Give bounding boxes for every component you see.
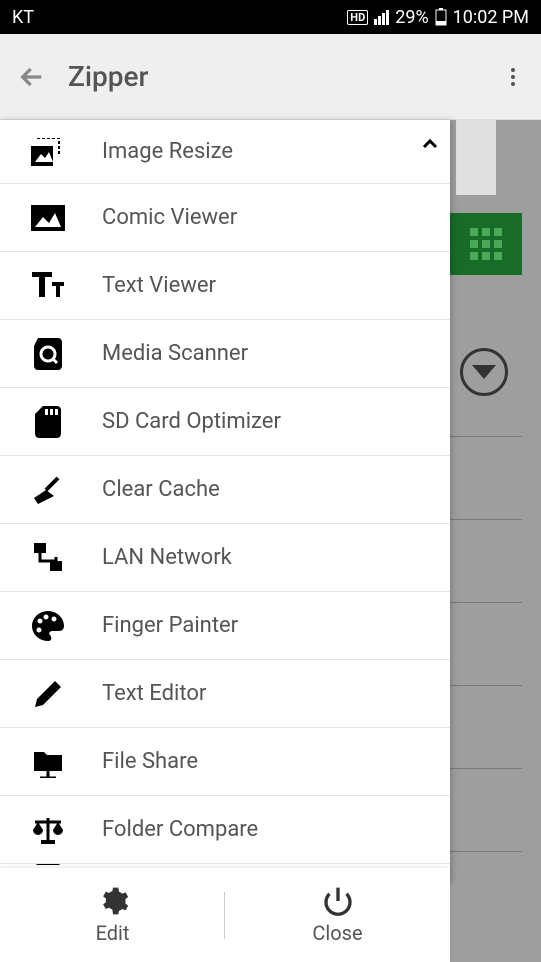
image-resize-icon — [30, 134, 66, 170]
balance-icon — [30, 812, 66, 848]
menu-label: Text Editor — [102, 681, 206, 706]
battery-icon — [435, 8, 447, 26]
bg-divider — [442, 685, 522, 686]
status-right: HD 29% 10:02 PM — [347, 7, 529, 28]
back-arrow-icon[interactable] — [16, 61, 48, 93]
close-button[interactable]: Close — [225, 868, 450, 962]
chevron-up-icon[interactable] — [418, 132, 442, 156]
menu-label: Finger Painter — [102, 613, 238, 638]
menu-label: Media Scanner — [102, 341, 248, 366]
menu-item-image-resize[interactable]: Image Resize — [0, 120, 450, 184]
edit-label: Edit — [96, 921, 130, 945]
more-menu-icon[interactable] — [501, 65, 525, 89]
menu-item-text-viewer[interactable]: Text Viewer — [0, 252, 450, 320]
broom-icon — [30, 472, 66, 508]
bottom-bar: Edit Close — [0, 868, 450, 962]
menu-item-clear-cache[interactable]: Clear Cache — [0, 456, 450, 524]
status-bar: KT HD 29% 10:02 PM — [0, 0, 541, 34]
signal-icon — [374, 10, 389, 25]
scan-icon — [30, 336, 66, 372]
gear-icon — [97, 885, 129, 917]
menu-label: Image Resize — [102, 139, 233, 164]
menu-item-file-share[interactable]: File Share — [0, 728, 450, 796]
page-title: Zipper — [68, 60, 501, 93]
menu-label: Clear Cache — [102, 477, 220, 502]
grid-view-button[interactable] — [450, 213, 522, 275]
bg-divider — [442, 768, 522, 769]
network-icon — [30, 540, 66, 576]
power-icon — [322, 885, 354, 917]
menu-item-comic-viewer[interactable]: Comic Viewer — [0, 184, 450, 252]
bg-card — [456, 120, 496, 195]
side-menu-panel: Image Resize Comic Viewer Text Viewer — [0, 120, 450, 882]
hd-icon: HD — [347, 10, 368, 25]
menu-item-lan-network[interactable]: LAN Network — [0, 524, 450, 592]
sd-card-icon — [30, 404, 66, 440]
menu-label: SD Card Optimizer — [102, 409, 281, 434]
edit-button[interactable]: Edit — [0, 868, 225, 962]
bg-divider — [442, 602, 522, 603]
menu-item-media-scanner[interactable]: Media Scanner — [0, 320, 450, 388]
dropdown-button[interactable] — [460, 348, 508, 396]
carrier-label: KT — [12, 7, 34, 28]
menu-item-text-editor[interactable]: Text Editor — [0, 660, 450, 728]
pencil-icon — [30, 676, 66, 712]
menu-label: LAN Network — [102, 545, 232, 570]
bg-divider — [442, 436, 522, 437]
bg-divider — [442, 851, 522, 852]
app-container: Zipper Image Resize — [0, 34, 541, 962]
battery-percent: 29% — [395, 7, 428, 28]
text-icon — [30, 268, 66, 304]
file-share-icon — [30, 744, 66, 780]
menu-label: Text Viewer — [102, 273, 216, 298]
palette-icon — [30, 608, 66, 644]
time-label: 10:02 PM — [453, 7, 529, 28]
menu-item-sd-card-optimizer[interactable]: SD Card Optimizer — [0, 388, 450, 456]
menu-label: Folder Compare — [102, 817, 258, 842]
menu-label: Comic Viewer — [102, 205, 237, 230]
close-label: Close — [312, 921, 362, 945]
app-header: Zipper — [0, 34, 541, 120]
bg-divider — [442, 519, 522, 520]
menu-item-finger-painter[interactable]: Finger Painter — [0, 592, 450, 660]
menu-item-folder-compare[interactable]: Folder Compare — [0, 796, 450, 864]
menu-label: File Share — [102, 749, 198, 774]
content-area: Image Resize Comic Viewer Text Viewer — [0, 120, 541, 962]
image-icon — [30, 200, 66, 236]
